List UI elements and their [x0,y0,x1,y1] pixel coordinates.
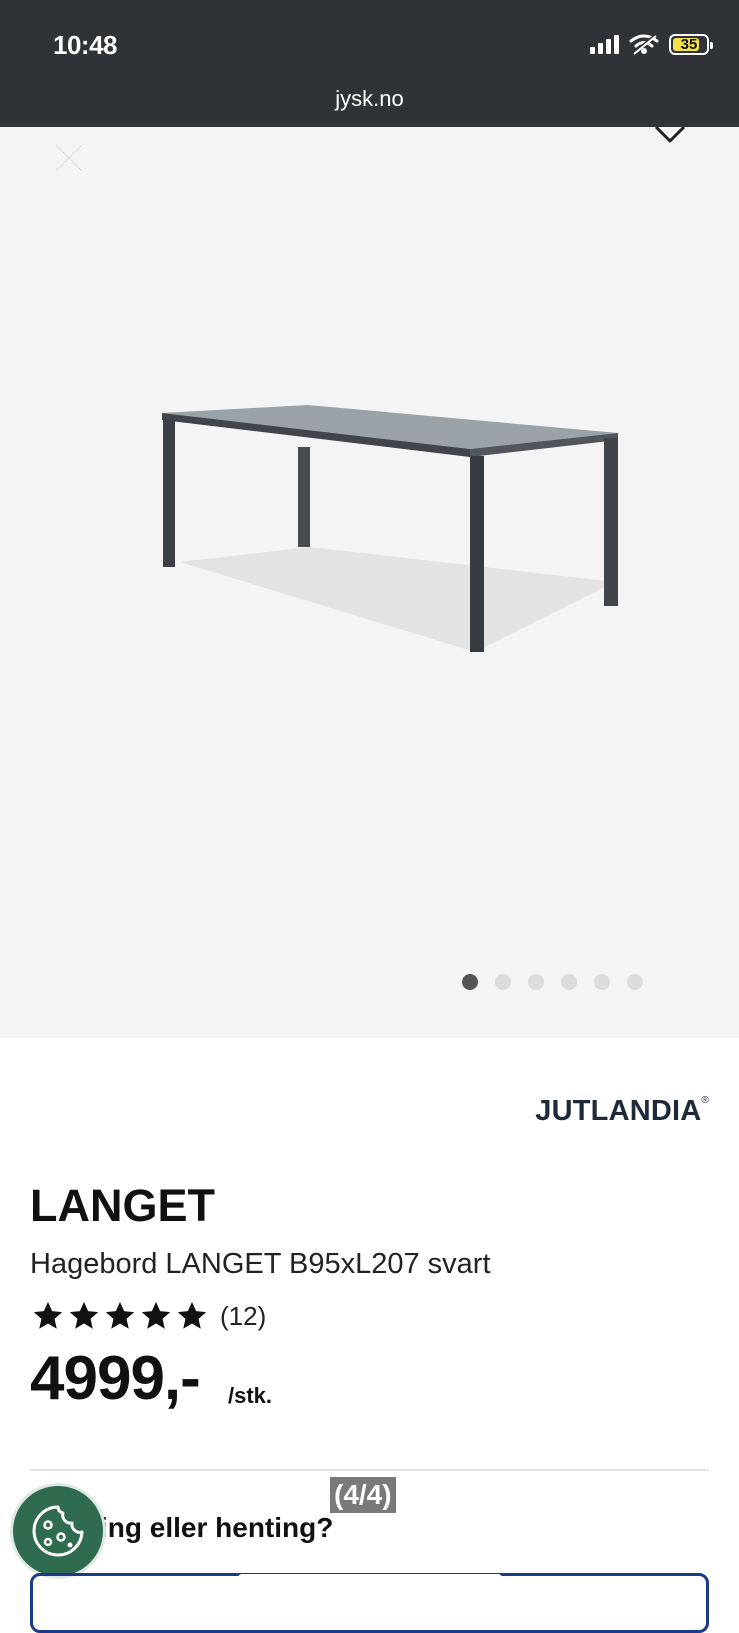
product-rating[interactable]: (12) [30,1299,266,1333]
star-icon [177,1301,207,1329]
product-subtitle: Hagebord LANGET B95xL207 svart [30,1248,491,1280]
delivery-option[interactable] [30,1573,709,1633]
brand-logo[interactable]: JUTLANDIA® [535,1095,709,1128]
product-price: 4999,- [30,1344,201,1413]
rating-count: (12) [220,1300,267,1331]
star-icon [105,1301,135,1329]
gallery-dot[interactable] [594,974,610,990]
gallery-dot[interactable] [627,974,643,990]
product-title: LANGET [30,1180,215,1231]
cookie-settings-button[interactable] [10,1483,106,1579]
battery-icon: 35 [669,33,713,55]
star-icon [69,1301,99,1329]
cellular-signal-icon [590,34,619,54]
home-indicator [238,1574,502,1582]
wifi-icon [629,34,659,55]
gallery-dot[interactable] [462,974,478,990]
brand-name: JUTLANDIA [535,1095,702,1127]
cookie-icon [32,1505,84,1557]
status-time: 10:48 [53,30,118,60]
status-icons: 35 [590,33,713,55]
gallery-pagination [462,974,643,990]
gallery-dot[interactable] [495,974,511,990]
status-bar: 10:48 35 jysk.no [0,0,739,127]
close-icon[interactable] [50,139,88,177]
page-indicator: (4/4) [330,1477,396,1513]
star-icon [141,1301,171,1329]
gallery-dot[interactable] [528,974,544,990]
registered-mark: ® [701,1095,709,1106]
price-unit: /stk. [228,1383,273,1408]
url-bar[interactable]: jysk.no [0,86,739,112]
product-gallery[interactable] [0,125,739,1038]
product-image [162,405,618,652]
heart-icon[interactable] [650,121,690,151]
gallery-dot[interactable] [561,974,577,990]
delivery-question: ing eller henting? [100,1512,334,1543]
section-divider [30,1469,709,1471]
battery-level: 35 [680,35,698,53]
star-icon [33,1301,63,1329]
